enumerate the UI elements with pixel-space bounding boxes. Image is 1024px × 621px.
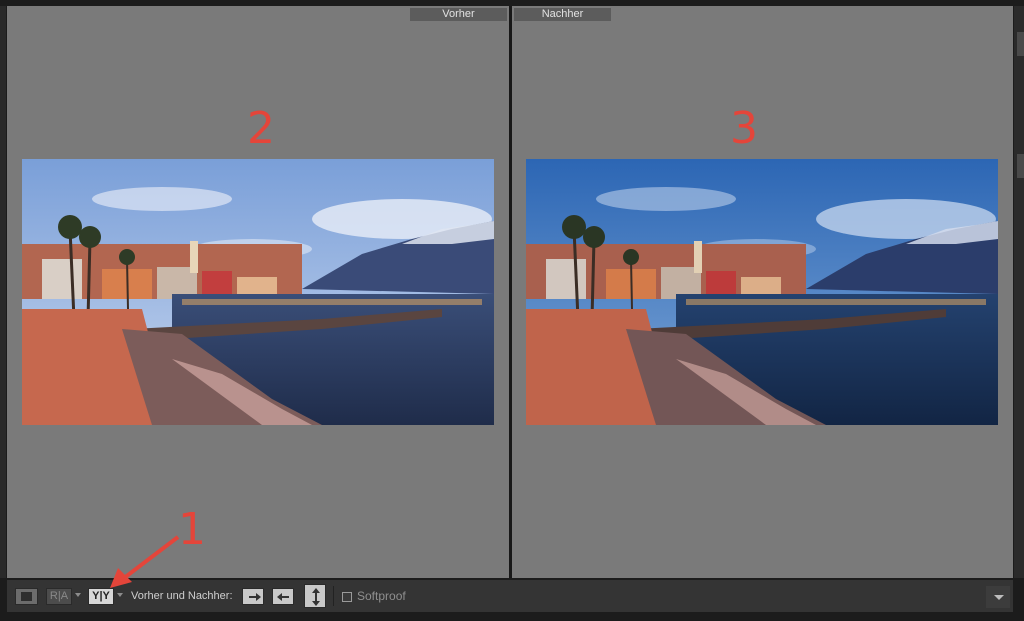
marker-1: 1 [178, 504, 206, 555]
annotation-arrow [110, 535, 180, 588]
